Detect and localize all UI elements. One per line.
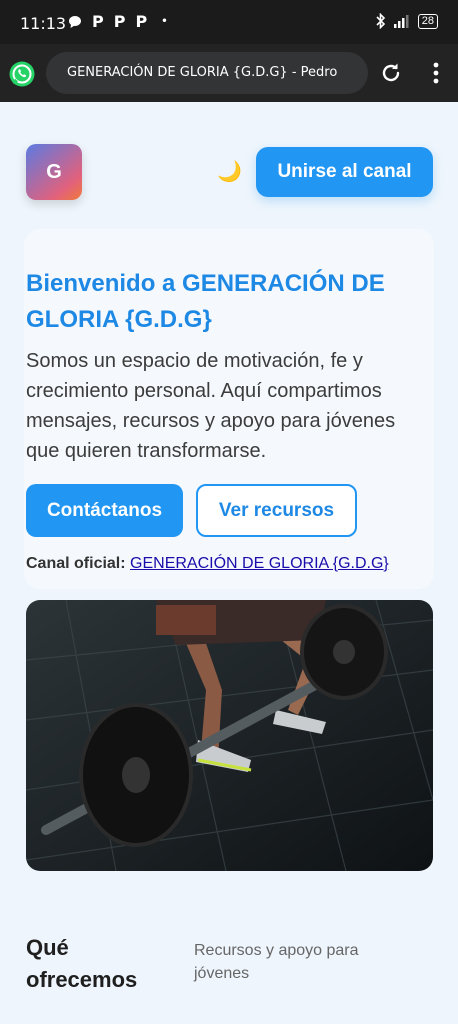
notification-p-2: P <box>113 12 126 31</box>
battery-indicator: 28 <box>417 13 438 29</box>
channel-label: Canal oficial: <box>26 555 126 572</box>
page-title-bar[interactable]: GENERACIÓN DE GLORIA {G.D.G} - Pedro <box>46 52 368 94</box>
system-status: 28 <box>376 13 438 29</box>
notification-icons: P P P • <box>68 12 168 31</box>
join-channel-button[interactable]: Unirse al canal <box>256 147 433 197</box>
bluetooth-icon <box>376 13 385 29</box>
dark-mode-moon-icon[interactable]: 🌙 <box>217 159 242 184</box>
contact-button[interactable]: Contáctanos <box>26 484 183 537</box>
chat-bubble-icon <box>69 15 81 28</box>
notification-p-1: P <box>92 12 104 31</box>
view-resources-button[interactable]: Ver recursos <box>196 484 357 537</box>
reload-icon[interactable] <box>378 60 404 86</box>
status-bar: 11:13 P P P • 28 <box>0 0 458 44</box>
section-title: Qué ofrecemos <box>26 935 138 992</box>
site-logo[interactable]: G <box>26 144 82 200</box>
hero-title: Bienvenido a GENERACIÓN DE GLORIA {G.D.G… <box>26 270 385 333</box>
status-time: 11:13 <box>20 14 67 33</box>
section-subtitle: Recursos y apoyo para jóvenes <box>194 942 359 982</box>
hero-description: Somos un espacio de motivación, fe y cre… <box>26 350 396 462</box>
channel-link[interactable]: GENERACIÓN DE GLORIA {G.D.G} <box>130 555 389 572</box>
official-channel: Canal oficial: GENERACIÓN DE GLORIA {G.D… <box>26 555 389 573</box>
whatsapp-icon[interactable] <box>8 60 36 88</box>
weightlifting-photo <box>26 600 433 871</box>
browser-toolbar: GENERACIÓN DE GLORIA {G.D.G} - Pedro <box>0 44 458 102</box>
notification-p-3: P <box>135 12 148 31</box>
signal-icon <box>393 15 409 28</box>
more-vert-icon[interactable] <box>424 60 448 86</box>
more-notifications-dot: • <box>161 16 168 27</box>
